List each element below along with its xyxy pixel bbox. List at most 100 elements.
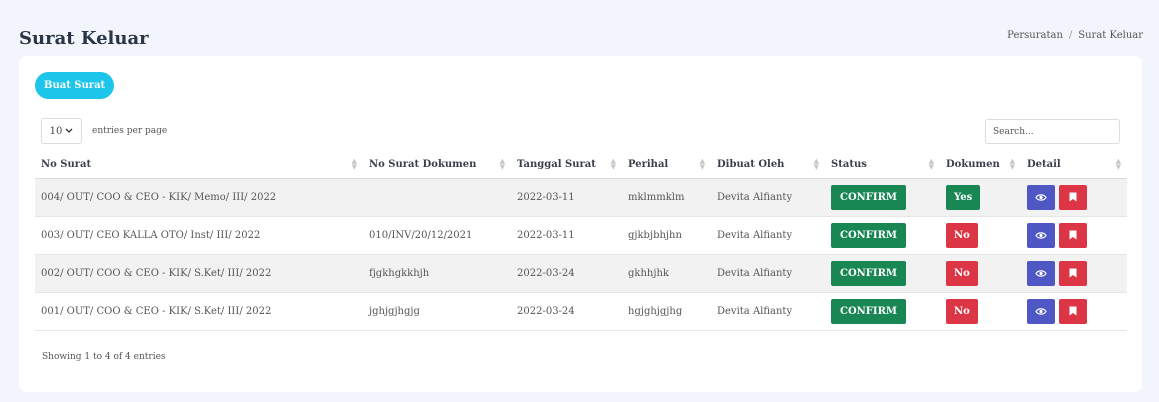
sort-icon: ▲ ▼ (928, 156, 934, 171)
sort-icon: ▲ ▼ (610, 156, 616, 171)
eye-icon (1035, 193, 1047, 201)
view-button[interactable] (1027, 222, 1055, 248)
column-header-1[interactable]: No Surat Dokumen ▲ ▼ (363, 152, 511, 179)
cell-detail (1021, 216, 1127, 255)
per-page-value: 10 (49, 125, 63, 137)
create-letter-button[interactable]: Buat Surat (35, 72, 115, 99)
column-header-label: Tanggal Surat (517, 159, 596, 171)
column-header-label: Status (831, 159, 867, 171)
bookmark-button[interactable] (1059, 222, 1087, 248)
per-page-select[interactable]: 10 (41, 118, 82, 144)
bookmark-icon (1069, 230, 1077, 240)
sort-icon: ▲ ▼ (499, 156, 505, 171)
column-header-label: Perihal (628, 159, 669, 171)
column-header-label: No Surat Dokumen (369, 159, 477, 171)
eye-icon (1035, 231, 1047, 239)
cell-detail (1021, 292, 1127, 331)
per-page-label: entries per page (92, 126, 168, 136)
cell-detail (1021, 254, 1127, 293)
sort-icon: ▲ ▼ (699, 156, 705, 171)
cell-dokumen: No (940, 254, 1021, 293)
bookmark-button[interactable] (1059, 260, 1087, 286)
column-header-0[interactable]: No Surat ▲ ▼ (35, 152, 363, 179)
search-input[interactable] (985, 119, 1120, 144)
breadcrumb-separator: / (1068, 30, 1073, 41)
cell-dokumen: Yes (940, 178, 1021, 217)
column-header-7[interactable]: Detail ▲ ▼ (1021, 152, 1127, 179)
cell-tanggal: 2022-03-11 (511, 178, 622, 217)
breadcrumb: Persuratan / Surat Keluar (1007, 30, 1143, 41)
sort-icon: ▲ ▼ (1115, 156, 1121, 171)
cell-dibuat-oleh: Devita Alfianty (711, 292, 825, 331)
eye-icon (1035, 269, 1047, 277)
bookmark-icon (1069, 306, 1077, 316)
page-title: Surat Keluar (19, 28, 149, 49)
table-header-row: No Surat ▲ ▼ No Surat Dokumen ▲ ▼ Tanggal Sura… (35, 152, 1127, 179)
column-header-4[interactable]: Dibuat Oleh ▲ ▼ (711, 152, 825, 179)
cell-no-dokumen: fjgkhgkkhjh (363, 254, 511, 293)
column-header-label: No Surat (41, 159, 92, 171)
sort-icon: ▲ ▼ (1009, 156, 1015, 171)
breadcrumb-item-persuratan[interactable]: Persuratan (1007, 30, 1063, 41)
cell-perihal: gkhhjhk (622, 254, 711, 293)
document-badge[interactable]: No (946, 260, 978, 286)
sort-icon: ▲ ▼ (813, 156, 819, 171)
cell-status: CONFIRM (825, 254, 940, 293)
content-card: Buat Surat 10 entries per page No Surat ▲… (19, 56, 1142, 392)
cell-no-surat: 004/ OUT/ COO & CEO - KIK/ Memo/ III/ 20… (35, 178, 363, 217)
sort-icon: ▲ ▼ (351, 156, 357, 171)
cell-tanggal: 2022-03-24 (511, 292, 622, 331)
cell-tanggal: 2022-03-11 (511, 216, 622, 255)
cell-no-surat: 003/ OUT/ CEO KALLA OTO/ Inst/ III/ 2022 (35, 216, 363, 255)
cell-perihal: gjkbjbhjhn (622, 216, 711, 255)
chevron-down-icon (65, 128, 73, 133)
cell-status: CONFIRM (825, 216, 940, 255)
view-button[interactable] (1027, 260, 1055, 286)
view-button[interactable] (1027, 298, 1055, 324)
status-badge[interactable]: CONFIRM (831, 184, 906, 210)
column-header-label: Dokumen (946, 159, 1000, 171)
bookmark-button[interactable] (1059, 298, 1087, 324)
document-badge[interactable]: No (946, 222, 978, 248)
column-header-3[interactable]: Perihal ▲ ▼ (622, 152, 711, 179)
bookmark-button[interactable] (1059, 184, 1087, 210)
cell-dibuat-oleh: Devita Alfianty (711, 254, 825, 293)
table-row: 002/ OUT/ COO & CEO - KIK/ S.Ket/ III/ 2… (35, 254, 1127, 293)
cell-detail (1021, 178, 1127, 217)
eye-icon (1035, 307, 1047, 315)
cell-status: CONFIRM (825, 178, 940, 217)
cell-no-surat: 002/ OUT/ COO & CEO - KIK/ S.Ket/ III/ 2… (35, 254, 363, 293)
column-header-label: Dibuat Oleh (717, 159, 785, 171)
cell-dibuat-oleh: Devita Alfianty (711, 216, 825, 255)
document-badge[interactable]: No (946, 298, 978, 324)
document-badge[interactable]: Yes (946, 184, 981, 210)
column-header-2[interactable]: Tanggal Surat ▲ ▼ (511, 152, 622, 179)
column-header-label: Detail (1027, 159, 1061, 171)
cell-no-surat: 001/ OUT/ COO & CEO - KIK/ S.Ket/ III/ 2… (35, 292, 363, 331)
cell-no-dokumen: 010/INV/20/12/2021 (363, 216, 511, 255)
letters-table: No Surat ▲ ▼ No Surat Dokumen ▲ ▼ Tanggal Sura… (35, 152, 1127, 331)
cell-dibuat-oleh: Devita Alfianty (711, 178, 825, 217)
bookmark-icon (1069, 268, 1077, 278)
cell-dokumen: No (940, 216, 1021, 255)
status-badge[interactable]: CONFIRM (831, 298, 906, 324)
status-badge[interactable]: CONFIRM (831, 260, 906, 286)
table-row: 003/ OUT/ CEO KALLA OTO/ Inst/ III/ 2022… (35, 216, 1127, 255)
table-body: 004/ OUT/ COO & CEO - KIK/ Memo/ III/ 20… (35, 178, 1127, 331)
breadcrumb-item-current: Surat Keluar (1078, 30, 1143, 41)
cell-dokumen: No (940, 292, 1021, 331)
column-header-6[interactable]: Dokumen ▲ ▼ (940, 152, 1021, 179)
cell-status: CONFIRM (825, 292, 940, 331)
status-badge[interactable]: CONFIRM (831, 222, 906, 248)
cell-no-dokumen: jghjgjhgjg (363, 292, 511, 331)
table-info: Showing 1 to 4 of 4 entries (42, 352, 166, 362)
cell-perihal: hgjghjgjhg (622, 292, 711, 331)
table-row: 001/ OUT/ COO & CEO - KIK/ S.Ket/ III/ 2… (35, 292, 1127, 331)
per-page-control: 10 entries per page (41, 118, 167, 144)
view-button[interactable] (1027, 184, 1055, 210)
bookmark-icon (1069, 192, 1077, 202)
column-header-5[interactable]: Status ▲ ▼ (825, 152, 940, 179)
table-row: 004/ OUT/ COO & CEO - KIK/ Memo/ III/ 20… (35, 178, 1127, 217)
cell-perihal: mklmmklm (622, 178, 711, 217)
cell-no-dokumen (363, 178, 511, 217)
